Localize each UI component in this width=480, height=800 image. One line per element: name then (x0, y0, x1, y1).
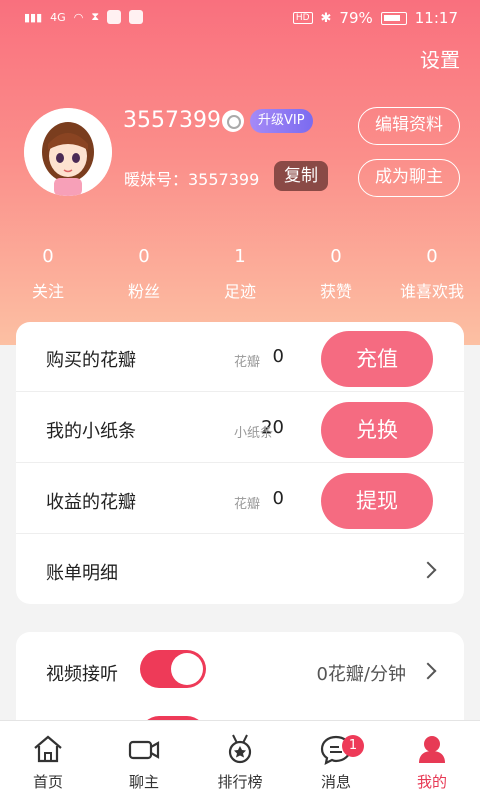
wallet-unit: 小纸条 (234, 426, 274, 441)
home-icon (34, 735, 62, 763)
tab-label: 聊主 (128, 773, 159, 791)
tab-label: 首页 (32, 773, 63, 791)
hourglass-icon: ⧗ (91, 10, 100, 23)
nuanmei-id: 暖妹号：3557399 (124, 170, 260, 189)
stat-value: 1 (234, 246, 246, 267)
stat-label: 获赞 (319, 282, 352, 301)
bluetooth-icon: ✱ (320, 10, 332, 26)
status-bar: ▮▮▮ 4G ◠ ⧗ HD ✱ 79% 11:17 (0, 0, 480, 38)
tab-mine[interactable]: 我的 (384, 721, 480, 800)
withdraw-button[interactable]: 提现 (321, 473, 433, 529)
tab-label: 消息 (320, 773, 351, 791)
video-rate: 0花瓣/分钟 (316, 664, 406, 685)
stat-footprints[interactable]: 1 足迹 (192, 246, 288, 302)
become-host-button[interactable]: 成为聊主 (358, 159, 460, 197)
profile-icon (419, 736, 445, 763)
wallet-label: 收益的花瓣 (46, 492, 136, 513)
toggle-knob (171, 653, 203, 685)
edit-profile-button[interactable]: 编辑资料 (358, 107, 460, 145)
tab-hosts[interactable]: 聊主 (96, 721, 192, 800)
clock: 11:17 (414, 9, 458, 27)
stat-who-likes-me[interactable]: 0 谁喜欢我 (384, 246, 480, 302)
wallet-label: 购买的花瓣 (46, 350, 136, 371)
avatar[interactable] (24, 108, 112, 196)
stat-label: 粉丝 (127, 282, 160, 301)
battery-icon (380, 11, 407, 25)
video-camera-icon (128, 740, 160, 760)
username: 3557399 (123, 108, 221, 133)
network-type: 4G (50, 10, 66, 24)
stat-value: 0 (138, 246, 150, 267)
medal-icon (228, 734, 252, 764)
unread-badge: 1 (342, 735, 364, 757)
wifi-icon: ◠ (73, 10, 84, 24)
tab-home[interactable]: 首页 (0, 721, 96, 800)
wallet-row-earnings: 收益的花瓣 0 花瓣 提现 (16, 464, 464, 534)
stat-value: 0 (330, 246, 342, 267)
hd-indicator: HD (292, 12, 313, 24)
battery-percent: 79% (339, 9, 373, 27)
stat-label: 谁喜欢我 (399, 282, 464, 301)
stat-label: 足迹 (223, 282, 256, 301)
app-notification-icon (107, 10, 122, 24)
chevron-right-icon (419, 561, 437, 579)
stat-following[interactable]: 0 关注 (0, 246, 96, 302)
wallet-row-purchased: 购买的花瓣 0 花瓣 充值 (16, 322, 464, 392)
verify-icon (222, 110, 244, 132)
bottom-tab-bar: 首页 聊主 排行榜 1 消息 我的 (0, 720, 480, 800)
bill-detail-label: 账单明细 (46, 563, 118, 584)
settings-link[interactable]: 设置 (420, 44, 460, 73)
tab-messages[interactable]: 1 消息 (288, 721, 384, 800)
wallet-row-notes: 我的小纸条 20 小纸条 兑换 (16, 393, 464, 463)
video-answer-label: 视频接听 (46, 664, 118, 685)
recharge-button[interactable]: 充值 (321, 331, 433, 387)
stat-value: 0 (42, 246, 54, 267)
chevron-right-icon[interactable] (419, 662, 437, 680)
app-notification-icon (129, 10, 144, 24)
wallet-unit: 花瓣 (234, 497, 261, 512)
exchange-button[interactable]: 兑换 (321, 402, 433, 458)
wallet-card: 购买的花瓣 0 花瓣 充值 我的小纸条 20 小纸条 兑换 收益的花瓣 0 花瓣… (16, 322, 464, 604)
upgrade-vip-badge[interactable]: 升级VIP (250, 109, 313, 133)
wallet-unit: 花瓣 (234, 355, 261, 370)
tab-label: 我的 (416, 773, 447, 791)
stat-likes[interactable]: 0 获赞 (288, 246, 384, 302)
copy-id-button[interactable]: 复制 (274, 161, 328, 191)
stat-value: 0 (426, 246, 438, 267)
wallet-label: 我的小纸条 (46, 421, 136, 442)
stat-label: 关注 (31, 282, 64, 301)
stat-fans[interactable]: 0 粉丝 (96, 246, 192, 302)
video-answer-toggle[interactable] (140, 650, 206, 688)
bill-detail-row[interactable]: 账单明细 (16, 535, 464, 605)
signal-icon: ▮▮▮ (24, 10, 43, 24)
stats-row: 0 关注 0 粉丝 1 足迹 0 获赞 0 谁喜欢我 (0, 246, 480, 302)
tab-label: 排行榜 (217, 773, 263, 791)
tab-leaderboard[interactable]: 排行榜 (192, 721, 288, 800)
